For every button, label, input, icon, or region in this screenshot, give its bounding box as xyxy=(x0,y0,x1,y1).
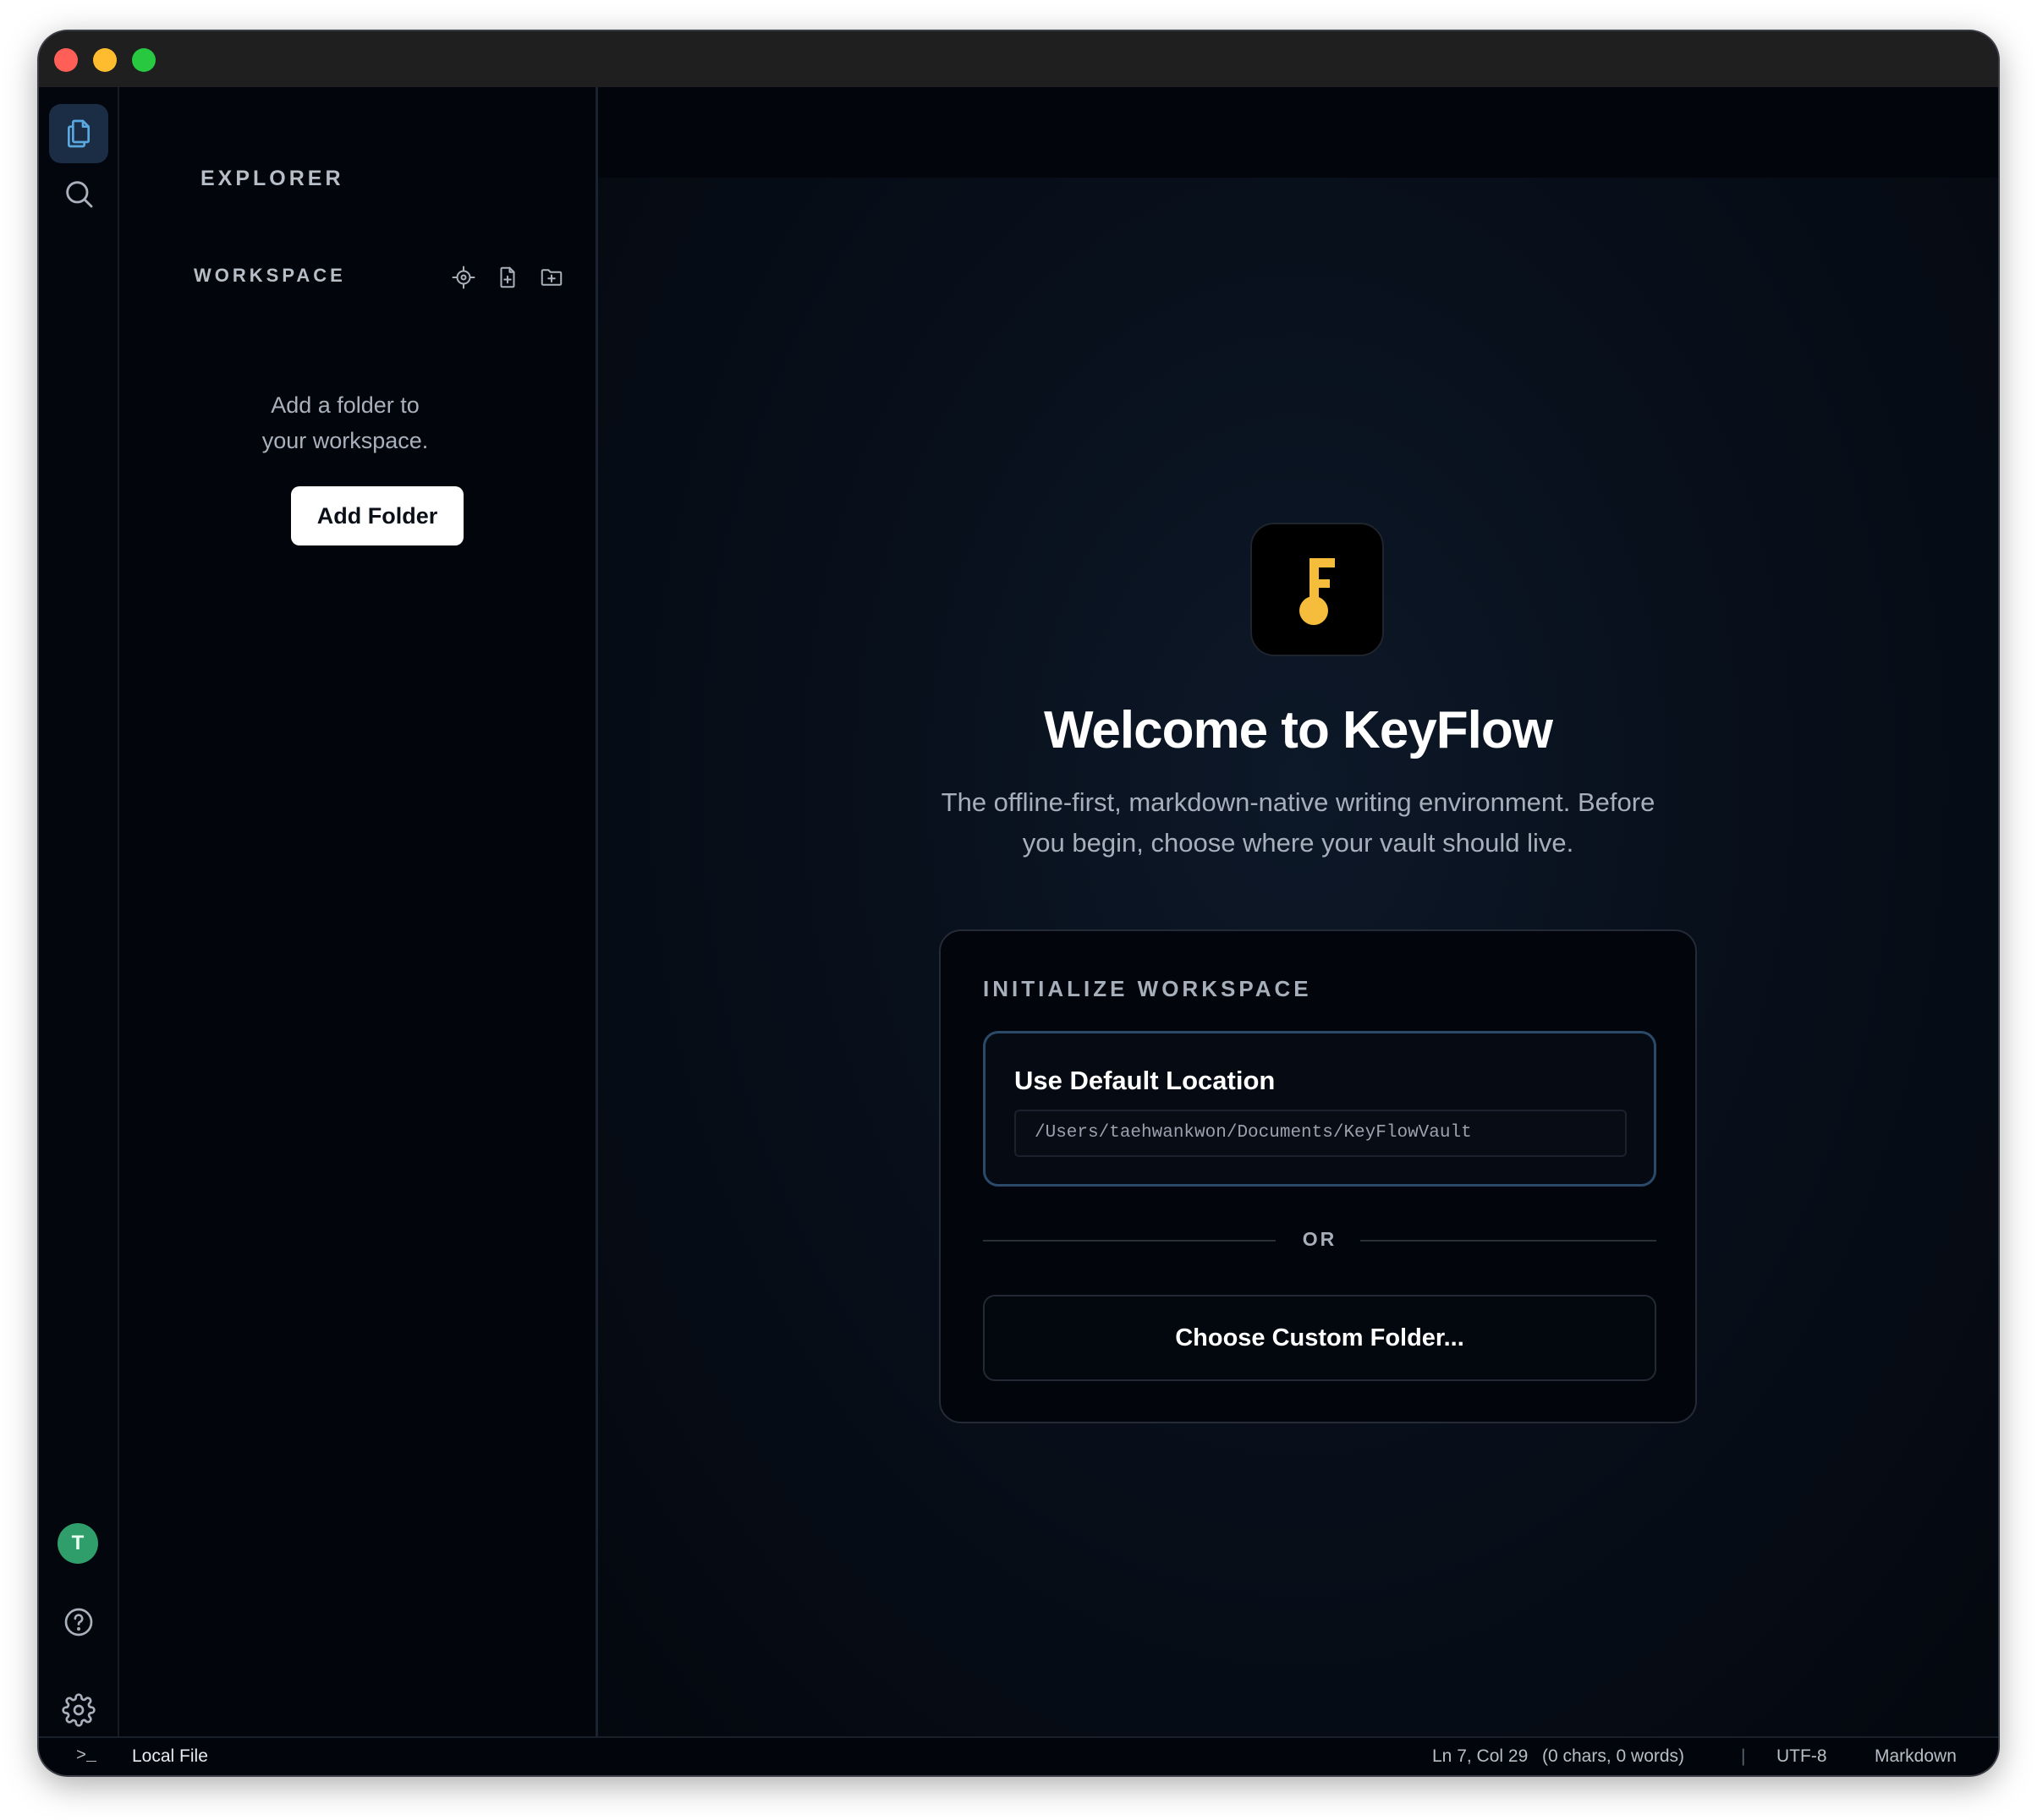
title-bar xyxy=(39,31,1998,87)
help-circle-icon xyxy=(64,1608,93,1636)
empty-workspace-message: Add a folder to your workspace. xyxy=(261,392,429,453)
card-title: INITIALIZE WORKSPACE xyxy=(983,976,1312,1001)
initialize-workspace-card: INITIALIZE WORKSPACE Use Default Locatio… xyxy=(939,929,1697,1423)
welcome-view: Welcome to KeyFlow The offline-first, ma… xyxy=(598,87,1998,1736)
status-separator: | xyxy=(1741,1746,1746,1766)
search-activity-button[interactable] xyxy=(49,164,108,223)
zoom-window-button[interactable] xyxy=(132,48,156,72)
new-folder-button[interactable] xyxy=(537,263,566,292)
locate-icon xyxy=(452,266,475,289)
app-window: T EXPLORER WORKSPACE Add a folder to you… xyxy=(39,31,1998,1775)
files-icon xyxy=(68,119,90,148)
divider-right xyxy=(1360,1240,1656,1242)
default-location-title: Use Default Location xyxy=(1014,1066,1276,1095)
tab-strip xyxy=(598,87,1998,178)
workspace-header: WORKSPACE xyxy=(194,263,574,293)
welcome-subtitle: The offline-first, markdown-native writi… xyxy=(941,787,1655,858)
activity-bar: T xyxy=(39,87,119,1736)
terminal-icon[interactable]: >_ xyxy=(76,1746,96,1766)
file-source-label[interactable]: Local File xyxy=(132,1746,208,1767)
encoding-indicator[interactable]: UTF-8 xyxy=(1776,1746,1827,1767)
user-avatar[interactable]: T xyxy=(58,1523,98,1564)
explorer-title: EXPLORER xyxy=(200,167,344,190)
default-location-option[interactable]: Use Default Location /Users/taehwankwon/… xyxy=(983,1031,1656,1187)
new-file-button[interactable] xyxy=(493,263,522,292)
new-file-icon xyxy=(500,266,515,288)
choose-custom-folder-button[interactable]: Choose Custom Folder... xyxy=(983,1295,1656,1381)
new-folder-icon xyxy=(541,269,563,286)
default-path-field: /Users/taehwankwon/Documents/KeyFlowVaul… xyxy=(1014,1110,1627,1157)
language-mode[interactable]: Markdown xyxy=(1875,1746,1957,1767)
cursor-position[interactable]: Ln 7, Col 29 xyxy=(1432,1746,1528,1767)
explorer-panel: EXPLORER WORKSPACE Add a folder to your … xyxy=(119,87,598,1736)
word-count: (0 chars, 0 words) xyxy=(1542,1746,1685,1766)
search-icon xyxy=(66,181,93,208)
settings-button[interactable] xyxy=(49,1680,108,1740)
avatar-initial: T xyxy=(71,1532,85,1554)
locate-button[interactable] xyxy=(449,263,478,292)
gear-icon xyxy=(62,1693,96,1727)
explorer-activity-button[interactable] xyxy=(49,104,108,163)
add-folder-button[interactable]: Add Folder xyxy=(291,486,464,545)
welcome-title: Welcome to KeyFlow xyxy=(1044,701,1553,759)
key-logo-icon xyxy=(1299,558,1335,625)
minimize-window-button[interactable] xyxy=(93,48,117,72)
workspace-label: WORKSPACE xyxy=(194,265,346,286)
status-bar: >_ Local File Ln 7, Col 29 (0 chars, 0 w… xyxy=(39,1736,1998,1775)
keyflow-logo xyxy=(1250,523,1384,656)
close-window-button[interactable] xyxy=(54,48,78,72)
help-button[interactable] xyxy=(49,1592,108,1652)
